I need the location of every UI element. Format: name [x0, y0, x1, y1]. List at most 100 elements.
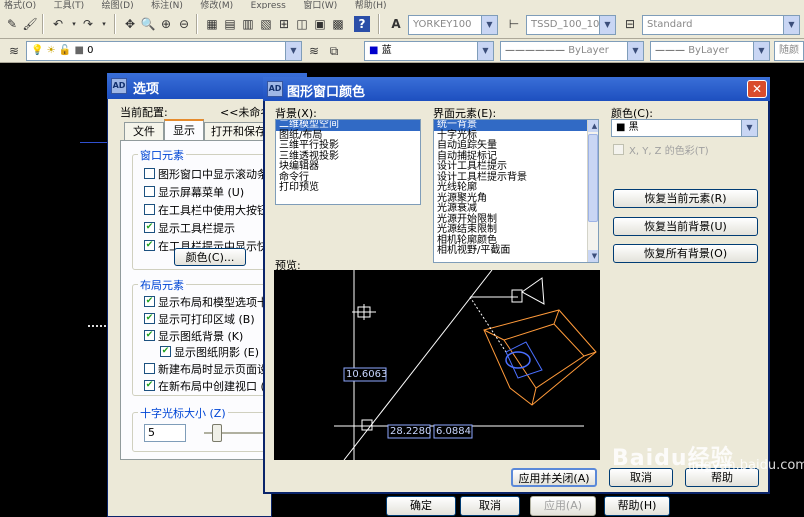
- crosshair-slider-thumb[interactable]: [212, 424, 222, 442]
- tab-open-save[interactable]: 打开和保存: [204, 122, 272, 140]
- layer-select[interactable]: 💡 ☀ 🔓 ■ 0 ▼: [26, 41, 302, 61]
- scroll-down-icon[interactable]: ▼: [588, 250, 598, 262]
- tab-display[interactable]: 显示: [164, 119, 204, 141]
- checkbox-page-setup[interactable]: [144, 363, 155, 374]
- list-item[interactable]: 光线轮廓: [434, 182, 598, 194]
- zoom-previous-icon[interactable]: ⊖: [176, 16, 192, 32]
- chevron-down-icon: ▼: [753, 42, 769, 60]
- menu-tools[interactable]: 工具(T): [54, 1, 85, 10]
- color-select[interactable]: ■ 黑 ▼: [611, 119, 758, 137]
- chevron-down-icon: ▼: [477, 42, 493, 60]
- quickcalc-icon[interactable]: ▣: [312, 16, 328, 32]
- colors-button[interactable]: 颜色(C)...: [174, 248, 246, 266]
- layer-previous-icon[interactable]: ⧉: [326, 43, 342, 59]
- redo-icon[interactable]: ↷: [80, 16, 96, 32]
- watermark-url: jingyan.baidu.com: [688, 458, 804, 473]
- list-item[interactable]: 设计工具栏提示: [434, 161, 598, 173]
- crosshair-size-input[interactable]: 5: [144, 424, 186, 442]
- help-button[interactable]: 帮助(H): [604, 496, 670, 516]
- text-style-icon[interactable]: A: [388, 16, 404, 32]
- match-properties-icon[interactable]: 🖌: [22, 16, 38, 32]
- menu-window[interactable]: 窗口(W): [303, 1, 337, 10]
- preview-box-edge: [553, 309, 560, 325]
- menu-express[interactable]: Express: [251, 1, 286, 10]
- restore-all-contexts-button[interactable]: 恢复所有背景(O): [613, 244, 758, 263]
- pencil-icon[interactable]: ✎: [4, 16, 20, 32]
- checkbox-shortcut-keys[interactable]: ✔: [144, 240, 155, 251]
- list-item[interactable]: 自动追踪矢量: [434, 140, 598, 152]
- window-elements-title: 窗口元素: [138, 147, 186, 163]
- checkbox-xyz-tint[interactable]: [613, 144, 624, 155]
- table-style-select[interactable]: Standard ▼: [642, 15, 800, 35]
- layout-elements-title: 布局元素: [138, 277, 186, 293]
- list-item[interactable]: 光源结束限制: [434, 224, 598, 236]
- list-item[interactable]: 块编辑器: [276, 161, 420, 173]
- list-item[interactable]: 打印预览: [276, 182, 420, 194]
- make-layer-current-icon[interactable]: ≋: [306, 43, 322, 59]
- checkbox-large-buttons[interactable]: [144, 204, 155, 215]
- checkbox-paper-shadow[interactable]: ✔: [160, 346, 171, 357]
- checkbox-tooltips[interactable]: ✔: [144, 222, 155, 233]
- list-item[interactable]: 光源衰减: [434, 203, 598, 215]
- list-item[interactable]: 相机视野/平截面: [434, 245, 598, 257]
- list-item[interactable]: 三维平行投影: [276, 140, 420, 152]
- lineweight-select[interactable]: ——— ByLayer ▼: [650, 41, 770, 61]
- design-center-icon[interactable]: ▤: [222, 16, 238, 32]
- dbconnect-icon[interactable]: ◫: [294, 16, 310, 32]
- close-icon: ✕: [751, 82, 763, 96]
- drawing-window-colors-title: 图形窗口颜色: [287, 85, 366, 100]
- redo-dropdown-icon[interactable]: ▾: [96, 16, 112, 32]
- preview-box-outline: [483, 309, 597, 406]
- linetype-select[interactable]: —————— ByLayer ▼: [500, 41, 644, 61]
- checkbox-screen-menu[interactable]: [144, 186, 155, 197]
- menu-modify[interactable]: 修改(M): [200, 1, 233, 10]
- scroll-up-icon[interactable]: ▲: [588, 120, 598, 132]
- help-icon[interactable]: ?: [354, 16, 370, 32]
- menu-draw[interactable]: 绘图(D): [102, 1, 134, 10]
- text-style-select[interactable]: YORKEY100 ▼: [408, 15, 498, 35]
- autocad-icon: AD: [111, 78, 127, 94]
- context-list[interactable]: 二维模型空间 图纸/布局 三维平行投影 三维透视投影 块编辑器 命令行 打印预览: [275, 119, 421, 205]
- list-item[interactable]: 统一背景: [434, 120, 598, 131]
- zoom-window-icon[interactable]: ⊕: [158, 16, 174, 32]
- checkbox-layout-tabs[interactable]: ✔: [144, 296, 155, 307]
- cancel-button[interactable]: 取消: [460, 496, 520, 516]
- tab-files[interactable]: 文件: [124, 122, 164, 140]
- options-dialog-title: 选项: [133, 82, 160, 97]
- color-select[interactable]: ■ 蓝 ▼: [364, 41, 494, 61]
- dim-style-select[interactable]: TSSD_100_100 ▼: [526, 15, 616, 35]
- menu-format[interactable]: 格式(O): [4, 1, 36, 10]
- calculator-icon[interactable]: ▩: [330, 16, 346, 32]
- plot-style-select[interactable]: 随颜: [774, 41, 804, 61]
- close-button[interactable]: ✕: [747, 80, 767, 98]
- preview-box-inner: [503, 323, 585, 389]
- preview-camera-body: [511, 289, 523, 303]
- undo-icon[interactable]: ↶: [50, 16, 66, 32]
- zoom-realtime-icon[interactable]: 🔍: [140, 16, 156, 32]
- properties-icon[interactable]: ▦: [204, 16, 220, 32]
- restore-current-element-button[interactable]: 恢复当前元素(R): [613, 189, 758, 208]
- scroll-thumb[interactable]: [588, 134, 598, 222]
- checkbox-scrollbars[interactable]: [144, 168, 155, 179]
- markup-icon[interactable]: ⊞: [276, 16, 292, 32]
- dim-style-icon[interactable]: ⊢: [506, 16, 522, 32]
- preview-distance-readout: 10.6063: [346, 369, 388, 380]
- checkbox-label: 显示图纸背景 (K): [158, 330, 244, 343]
- menu-help[interactable]: 帮助(H): [355, 1, 387, 10]
- table-style-icon[interactable]: ⊟: [622, 16, 638, 32]
- restore-current-context-button[interactable]: 恢复当前背景(U): [613, 217, 758, 236]
- layer-manager-icon[interactable]: ≋: [6, 43, 22, 59]
- pan-icon[interactable]: ✥: [122, 16, 138, 32]
- menu-dimension[interactable]: 标注(N): [151, 1, 183, 10]
- checkbox-create-viewport[interactable]: ✔: [144, 380, 155, 391]
- checkbox-printable-area[interactable]: ✔: [144, 313, 155, 324]
- apply-button[interactable]: 应用(A): [530, 496, 596, 516]
- ok-button[interactable]: 确定: [386, 496, 456, 516]
- list-item[interactable]: 二维模型空间: [276, 120, 420, 131]
- interface-list-scrollbar[interactable]: ▲ ▼: [587, 120, 598, 262]
- checkbox-paper-background[interactable]: ✔: [144, 330, 155, 341]
- apply-close-button[interactable]: 应用并关闭(A): [511, 468, 597, 487]
- interface-element-list[interactable]: 统一背景 十字光标 自动追踪矢量 自动捕捉标记 设计工具栏提示 设计工具栏提示背…: [433, 119, 599, 263]
- tool-palettes-icon[interactable]: ▥: [240, 16, 256, 32]
- sheet-set-icon[interactable]: ▧: [258, 16, 274, 32]
